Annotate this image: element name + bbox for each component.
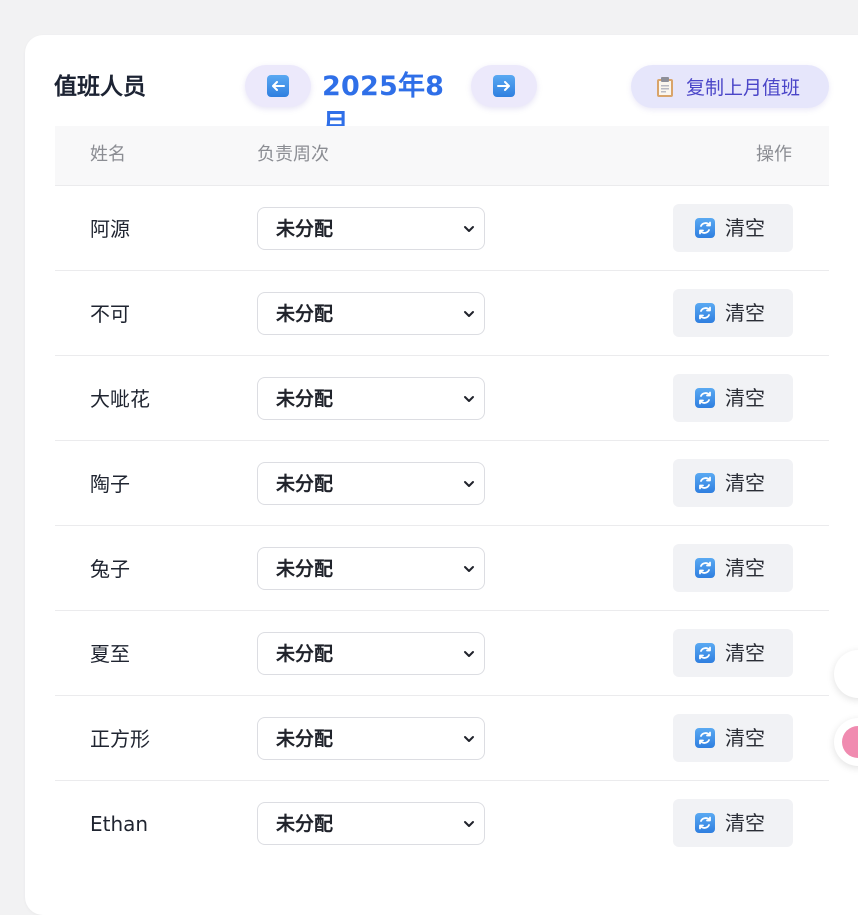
column-header-name: 姓名 — [90, 144, 126, 165]
table-row: 兔子 未分配 清空 — [55, 526, 829, 611]
week-select-value: 未分配 — [276, 388, 334, 410]
clear-button[interactable]: 清空 — [673, 629, 793, 677]
chevron-down-icon — [462, 561, 476, 575]
clear-button-label: 清空 — [725, 216, 765, 240]
week-select-value: 未分配 — [276, 813, 334, 835]
member-name: 夏至 — [90, 642, 130, 666]
table-row: 正方形 未分配 清空 — [55, 696, 829, 781]
table-row: 夏至 未分配 清空 — [55, 611, 829, 696]
table-header: 姓名 负责周次 操作 — [55, 126, 829, 186]
left-arrow-icon — [267, 75, 289, 97]
clear-button-label: 清空 — [725, 386, 765, 410]
clipboard-icon — [655, 76, 675, 98]
week-select[interactable]: 未分配 — [257, 292, 485, 335]
clear-button-label: 清空 — [725, 641, 765, 665]
week-select-value: 未分配 — [276, 728, 334, 750]
week-select-value: 未分配 — [276, 218, 334, 240]
chevron-down-icon — [462, 391, 476, 405]
chevron-down-icon — [462, 816, 476, 830]
clear-button[interactable]: 清空 — [673, 714, 793, 762]
week-select[interactable]: 未分配 — [257, 462, 485, 505]
week-select-value: 未分配 — [276, 303, 334, 325]
week-select-value: 未分配 — [276, 558, 334, 580]
member-name: 陶子 — [90, 472, 130, 496]
clear-button[interactable]: 清空 — [673, 289, 793, 337]
member-name: Ethan — [90, 812, 149, 836]
clear-button-label: 清空 — [725, 726, 765, 750]
refresh-icon — [695, 218, 715, 238]
clear-button[interactable]: 清空 — [673, 204, 793, 252]
week-select[interactable]: 未分配 — [257, 547, 485, 590]
refresh-icon — [695, 303, 715, 323]
column-header-action: 操作 — [756, 144, 792, 165]
copy-last-month-button[interactable]: 复制上月值班 — [631, 65, 829, 108]
clear-button[interactable]: 清空 — [673, 459, 793, 507]
member-name: 大呲花 — [90, 387, 150, 411]
right-arrow-icon — [493, 75, 515, 97]
page-title: 值班人员 — [54, 74, 146, 100]
column-header-week: 负责周次 — [257, 144, 329, 165]
chevron-down-icon — [462, 306, 476, 320]
week-select-value: 未分配 — [276, 473, 334, 495]
table-row: 不可 未分配 清空 — [55, 271, 829, 356]
week-select-value: 未分配 — [276, 643, 334, 665]
chevron-down-icon — [462, 476, 476, 490]
week-select[interactable]: 未分配 — [257, 802, 485, 845]
clear-button[interactable]: 清空 — [673, 374, 793, 422]
chevron-down-icon — [462, 646, 476, 660]
member-name: 正方形 — [90, 727, 150, 751]
clear-button[interactable]: 清空 — [673, 544, 793, 592]
refresh-icon — [695, 728, 715, 748]
clear-button[interactable]: 清空 — [673, 799, 793, 847]
chevron-down-icon — [462, 731, 476, 745]
refresh-icon — [695, 558, 715, 578]
member-name: 不可 — [90, 302, 130, 326]
refresh-icon — [695, 643, 715, 663]
copy-button-label: 复制上月值班 — [686, 77, 801, 99]
table-row: 陶子 未分配 清空 — [55, 441, 829, 526]
member-name: 阿源 — [90, 217, 130, 241]
prev-month-button[interactable] — [245, 65, 311, 107]
week-select[interactable]: 未分配 — [257, 717, 485, 760]
week-select[interactable]: 未分配 — [257, 377, 485, 420]
clear-button-label: 清空 — [725, 556, 765, 580]
next-month-button[interactable] — [471, 65, 537, 107]
refresh-icon — [695, 473, 715, 493]
member-name: 兔子 — [90, 557, 130, 581]
clear-button-label: 清空 — [725, 301, 765, 325]
floating-badge-icon — [842, 726, 858, 758]
week-select[interactable]: 未分配 — [257, 632, 485, 675]
clear-button-label: 清空 — [725, 811, 765, 835]
refresh-icon — [695, 813, 715, 833]
table-row: 大呲花 未分配 清空 — [55, 356, 829, 441]
chevron-down-icon — [462, 221, 476, 235]
week-select[interactable]: 未分配 — [257, 207, 485, 250]
refresh-icon — [695, 388, 715, 408]
clear-button-label: 清空 — [725, 471, 765, 495]
table-row: 阿源 未分配 清空 — [55, 186, 829, 271]
table-row: Ethan 未分配 清空 — [55, 781, 829, 865]
